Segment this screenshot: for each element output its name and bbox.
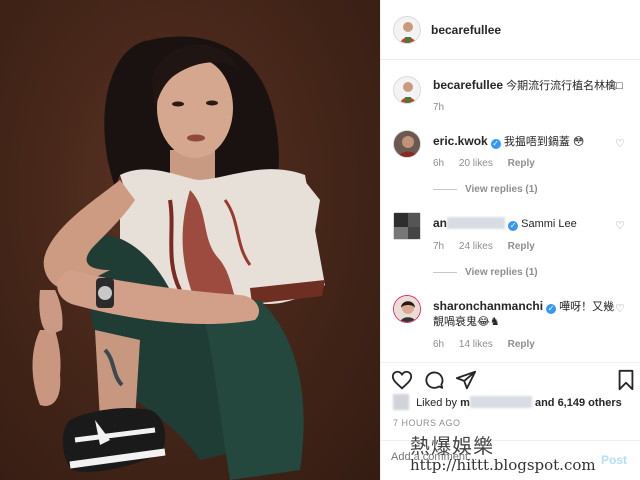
watermark-url: http://hittt.blogspot.com	[410, 456, 596, 474]
comment-icon[interactable]	[423, 369, 445, 391]
comment-meta: 6h 20 likes Reply	[433, 158, 535, 169]
liked-others[interactable]: and 6,149 others	[535, 397, 622, 409]
post-timestamp: 7 HOURS AGO	[393, 418, 461, 428]
caption-text: 今期流行流行植名林檎□	[506, 80, 623, 92]
heart-icon[interactable]: ♡	[615, 304, 626, 315]
comment-username[interactable]: sharonchanmanchi	[433, 299, 543, 313]
comment-username[interactable]: eric.kwok	[433, 134, 488, 148]
comment-avatar-eric[interactable]	[393, 130, 421, 158]
portrait-illustration	[32, 36, 325, 480]
reply-button[interactable]: Reply	[508, 241, 535, 252]
post-button[interactable]: Post	[601, 453, 627, 467]
likes-count[interactable]: 24 likes	[459, 241, 493, 252]
comment-text: 我揾唔到鍋蓋 😳	[503, 136, 585, 148]
share-icon[interactable]	[455, 369, 477, 391]
comment-meta: 6h 14 likes Reply	[433, 339, 535, 350]
author-avatar[interactable]	[393, 16, 421, 44]
comment-username[interactable]: an	[433, 216, 447, 230]
likes-count[interactable]: 14 likes	[459, 339, 493, 350]
comment-2: an ✓ Sammi Lee	[433, 216, 608, 232]
comment-meta: 7h 24 likes Reply	[433, 241, 535, 252]
likes-count[interactable]: 20 likes	[459, 158, 493, 169]
verified-icon: ✓	[490, 139, 501, 149]
liked-by-user[interactable]: m	[460, 397, 470, 409]
heart-icon[interactable]: ♡	[615, 221, 626, 232]
comment-text: Sammi Lee	[521, 218, 577, 230]
author-username[interactable]: becarefullee	[431, 23, 501, 37]
comment-1: eric.kwok ✓ 我揾唔到鍋蓋 😳	[433, 134, 608, 150]
watermark-title: 熱爆娛樂	[410, 434, 494, 458]
verified-icon: ✓	[546, 304, 557, 314]
view-replies-button[interactable]: View replies (1)	[433, 267, 538, 278]
view-replies-button[interactable]: View replies (1)	[433, 184, 538, 195]
caption-username[interactable]: becarefullee	[433, 78, 503, 92]
reply-button[interactable]: Reply	[508, 158, 535, 169]
comment-avatar-sharon[interactable]	[393, 295, 421, 323]
liked-avatar	[393, 394, 409, 410]
post-photo[interactable]	[0, 0, 380, 480]
comment-3: sharonchanmanchi ✓ 嘩呀！又幾 靚喎衰鬼😂♞	[433, 299, 618, 330]
liked-by: Liked by m and 6,149 others	[393, 394, 622, 410]
comment-text: 嘩呀！又幾	[559, 301, 615, 313]
bookmark-icon[interactable]	[615, 369, 637, 391]
post-header: becarefullee	[381, 0, 640, 60]
caption-age: 7h	[433, 102, 445, 113]
heart-icon[interactable]	[391, 369, 413, 391]
caption: becarefullee 今期流行流行植名林檎□	[433, 78, 633, 94]
blurred-username	[447, 217, 506, 229]
comment-avatar-blurred[interactable]	[393, 212, 421, 240]
post-side-panel: becarefullee becarefullee 今期流行流行植名林檎□ 7h…	[380, 0, 640, 480]
verified-icon: ✓	[508, 221, 519, 231]
action-bar	[381, 362, 640, 392]
caption-avatar[interactable]	[393, 76, 421, 104]
comment-text-line2: 靚喎衰鬼😂♞	[433, 316, 500, 328]
reply-button[interactable]: Reply	[508, 339, 535, 350]
heart-icon[interactable]: ♡	[615, 139, 626, 150]
